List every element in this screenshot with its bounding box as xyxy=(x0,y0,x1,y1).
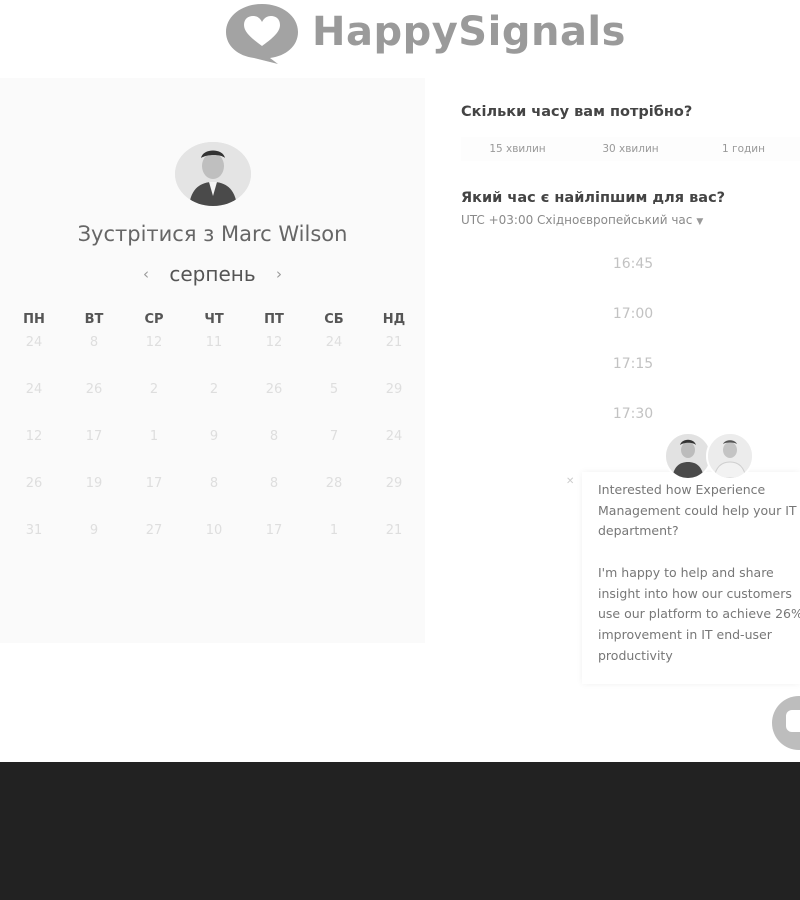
duration-option-60[interactable]: 1 годин xyxy=(687,137,800,161)
calendar-day: 24 xyxy=(385,429,403,444)
caret-down-icon: ▼ xyxy=(696,217,704,227)
calendar-day: 1 xyxy=(329,523,339,538)
calendar-week: 24 8 12 11 12 24 21 xyxy=(0,336,425,383)
calendar-day: 12 xyxy=(265,335,283,350)
calendar-day: 2 xyxy=(209,382,219,397)
calendar-day: 7 xyxy=(329,429,339,444)
month-navigation: ‹ серпень › xyxy=(0,262,425,286)
timezone-label: UTC +03:00 Східноєвропейський час xyxy=(461,213,693,227)
calendar-day: 27 xyxy=(145,523,163,538)
page-footer xyxy=(0,762,800,900)
duration-options: 15 хвилин 30 хвилин 1 годин xyxy=(461,137,800,161)
calendar-day: 12 xyxy=(145,335,163,350)
calendar-week: 24 26 2 2 26 5 29 xyxy=(0,383,425,430)
month-label: серпень xyxy=(169,262,256,286)
chat-message-text: Interested how Experience Management cou… xyxy=(598,482,800,663)
agent-photo xyxy=(666,434,710,478)
calendar-day: 29 xyxy=(385,476,403,491)
host-photo xyxy=(175,142,251,206)
calendar-day: 9 xyxy=(89,523,99,538)
meeting-title: Зустрітися з Marc Wilson xyxy=(77,222,348,246)
chat-message-card[interactable]: Interested how Experience Management cou… xyxy=(582,472,800,684)
calendar-day: 21 xyxy=(385,335,403,350)
weekday-label: НД xyxy=(382,312,406,327)
calendar-day: 19 xyxy=(85,476,103,491)
calendar-day: 24 xyxy=(25,382,43,397)
weekday-label: ЧТ xyxy=(204,312,224,327)
chat-bubble-icon xyxy=(786,710,800,732)
calendar-day: 8 xyxy=(269,476,279,491)
time-slot[interactable]: 16:45 xyxy=(590,255,676,305)
chat-launcher-button[interactable] xyxy=(772,696,800,750)
calendar-day: 2 xyxy=(149,382,159,397)
calendar-day: 10 xyxy=(205,523,223,538)
weekday-label: ВТ xyxy=(84,312,104,327)
close-icon[interactable]: ✕ xyxy=(566,476,574,487)
calendar-day: 24 xyxy=(25,335,43,350)
calendar-day: 12 xyxy=(25,429,43,444)
chevron-left-icon[interactable]: ‹ xyxy=(129,265,163,283)
time-question: Який час є найліпшим для вас? xyxy=(461,190,726,206)
host-avatar xyxy=(175,142,251,206)
duration-question: Скільки часу вам потрібно? xyxy=(461,104,693,120)
calendar-day: 1 xyxy=(149,429,159,444)
calendar-day: 8 xyxy=(89,335,99,350)
calendar-day: 26 xyxy=(265,382,283,397)
calendar-day: 8 xyxy=(209,476,219,491)
calendar-day: 29 xyxy=(385,382,403,397)
calendar-day: 11 xyxy=(205,335,223,350)
time-slot-list: 16:45 17:00 17:15 17:30 xyxy=(590,255,676,455)
calendar-week: 26 19 17 8 8 28 29 xyxy=(0,477,425,524)
calendar-grid: ПН ВТ СР ЧТ ПТ СБ НД 24 8 12 11 12 24 21… xyxy=(0,312,425,571)
duration-option-15[interactable]: 15 хвилин xyxy=(461,137,574,161)
calendar-day: 26 xyxy=(85,382,103,397)
calendar-day: 9 xyxy=(209,429,219,444)
time-slot[interactable]: 17:00 xyxy=(590,305,676,355)
duration-option-30[interactable]: 30 хвилин xyxy=(574,137,687,161)
weekday-label: ПН xyxy=(23,312,45,327)
calendar-day: 17 xyxy=(145,476,163,491)
calendar-day: 24 xyxy=(325,335,343,350)
calendar-day: 8 xyxy=(269,429,279,444)
agent-photo xyxy=(708,434,752,478)
calendar-week: 31 9 27 10 17 1 21 xyxy=(0,524,425,571)
brand-name: HappySignals xyxy=(312,9,626,55)
weekday-header: ПН ВТ СР ЧТ ПТ СБ НД xyxy=(0,312,425,327)
agent-avatar xyxy=(664,432,712,480)
chevron-right-icon[interactable]: › xyxy=(262,265,296,283)
calendar-day: 17 xyxy=(265,523,283,538)
weekday-label: ПТ xyxy=(264,312,284,327)
calendar-week: 12 17 1 9 8 7 24 xyxy=(0,430,425,477)
timezone-select[interactable]: UTC +03:00 Східноєвропейський час ▼ xyxy=(461,213,703,227)
calendar-day: 17 xyxy=(85,429,103,444)
brand-logo[interactable]: HappySignals xyxy=(224,0,626,64)
chat-agent-avatars xyxy=(664,432,756,480)
time-slot[interactable]: 17:15 xyxy=(590,355,676,405)
heart-speech-bubble-icon xyxy=(226,4,298,64)
calendar-day: 26 xyxy=(25,476,43,491)
agent-avatar xyxy=(706,432,754,480)
weekday-label: СР xyxy=(144,312,164,327)
calendar-day: 31 xyxy=(25,523,43,538)
calendar-day: 28 xyxy=(325,476,343,491)
calendar-day: 21 xyxy=(385,523,403,538)
header: HappySignals xyxy=(0,0,800,76)
weekday-label: СБ xyxy=(324,312,344,327)
calendar-day: 5 xyxy=(329,382,339,397)
